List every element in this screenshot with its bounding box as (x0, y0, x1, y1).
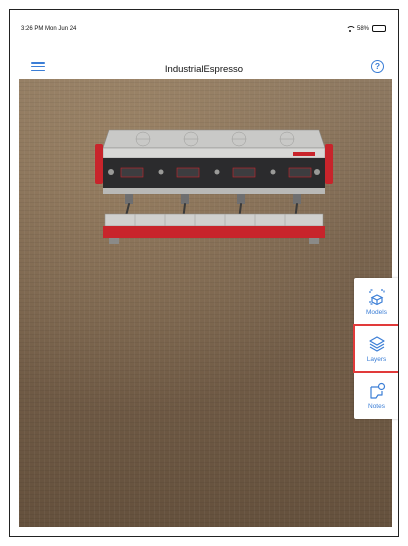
battery-percent: 58% (356, 25, 369, 32)
status-bar: 3:26 PM Mon Jun 24 58% (10, 10, 398, 44)
status-time: 3:26 PM Mon Jun 24 (21, 26, 77, 32)
page-title: IndustrialEspresso (164, 64, 244, 75)
layers-label: Layers (366, 356, 387, 363)
notes-button[interactable]: Notes (354, 372, 398, 419)
models-icon (368, 289, 385, 306)
notes-label: Notes (368, 403, 385, 410)
help-icon[interactable]: ? (371, 60, 384, 73)
models-label: Models (366, 309, 387, 316)
app-frame: 3:26 PM Mon Jun 24 58% IndustrialEspress… (9, 9, 399, 537)
notes-icon (369, 382, 385, 399)
ar-camera-view[interactable]: Models Layers Notes (19, 79, 398, 527)
battery-icon (372, 25, 386, 32)
layers-button[interactable]: Layers (353, 324, 398, 373)
status-indicators: 58% (345, 25, 386, 32)
espresso-machine-model[interactable] (95, 124, 333, 245)
layers-icon (368, 336, 385, 352)
tool-sidebar: Models Layers Notes (353, 278, 398, 419)
models-button[interactable]: Models (354, 278, 398, 325)
wifi-icon (345, 25, 356, 32)
